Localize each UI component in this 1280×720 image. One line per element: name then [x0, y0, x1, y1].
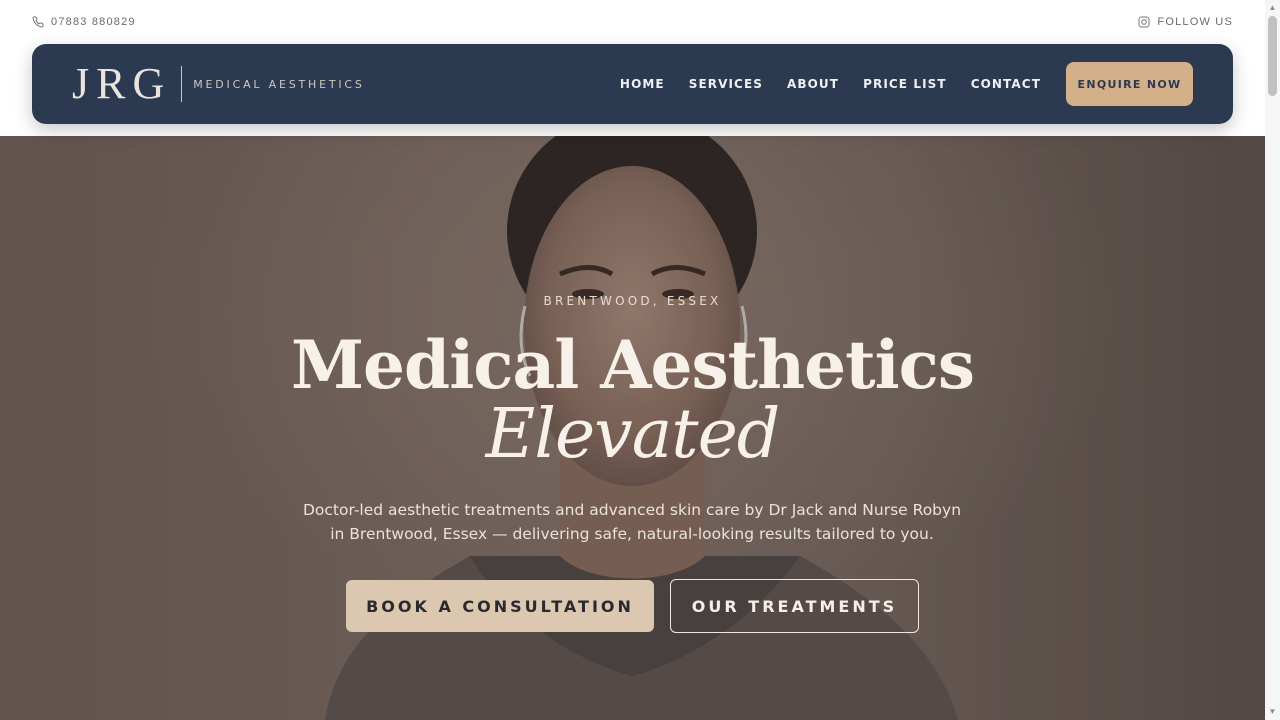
- follow-us-link[interactable]: FOLLOW US: [1138, 16, 1233, 28]
- nav-contact[interactable]: CONTACT: [971, 77, 1041, 91]
- page-scrollbar[interactable]: ▲ ▼: [1265, 0, 1280, 720]
- hero-section: BRENTWOOD, ESSEX Medical Aesthetics Elev…: [0, 136, 1265, 720]
- scroll-up-icon[interactable]: ▲: [1265, 1, 1280, 15]
- hero-description: Doctor-led aesthetic treatments and adva…: [302, 501, 962, 543]
- follow-us-label: FOLLOW US: [1157, 16, 1233, 28]
- phone-link[interactable]: 07883 880829: [32, 16, 136, 28]
- phone-icon: [32, 16, 44, 28]
- site-logo[interactable]: JRG MEDICAL AESTHETICS: [72, 62, 365, 106]
- nav-home[interactable]: HOME: [620, 77, 665, 91]
- hero-title: Medical Aesthetics Elevated: [0, 330, 1265, 470]
- nav-services[interactable]: SERVICES: [689, 77, 763, 91]
- nav-price-list[interactable]: PRICE LIST: [863, 77, 947, 91]
- enquire-now-button[interactable]: ENQUIRE NOW: [1066, 62, 1193, 106]
- logo-divider: [181, 66, 183, 102]
- logo-mark: JRG: [72, 59, 172, 108]
- hero-eyebrow: BRENTWOOD, ESSEX: [543, 294, 722, 308]
- scrollbar-thumb[interactable]: [1268, 16, 1277, 96]
- book-consultation-button[interactable]: BOOK A CONSULTATION: [346, 580, 654, 632]
- our-treatments-button[interactable]: OUR TREATMENTS: [670, 579, 919, 633]
- instagram-icon: [1138, 16, 1150, 28]
- main-nav: HOME SERVICES ABOUT PRICE LIST CONTACT E…: [620, 62, 1193, 106]
- logo-subtitle: MEDICAL AESTHETICS: [193, 77, 365, 91]
- scroll-down-icon[interactable]: ▼: [1265, 705, 1280, 719]
- hero-title-line2: Elevated: [485, 395, 781, 474]
- phone-number: 07883 880829: [51, 16, 136, 28]
- utility-bar: 07883 880829 FOLLOW US: [0, 0, 1265, 44]
- hero-title-line1: Medical Aesthetics: [291, 326, 975, 404]
- nav-about[interactable]: ABOUT: [787, 77, 839, 91]
- main-header: JRG MEDICAL AESTHETICS HOME SERVICES ABO…: [32, 44, 1233, 124]
